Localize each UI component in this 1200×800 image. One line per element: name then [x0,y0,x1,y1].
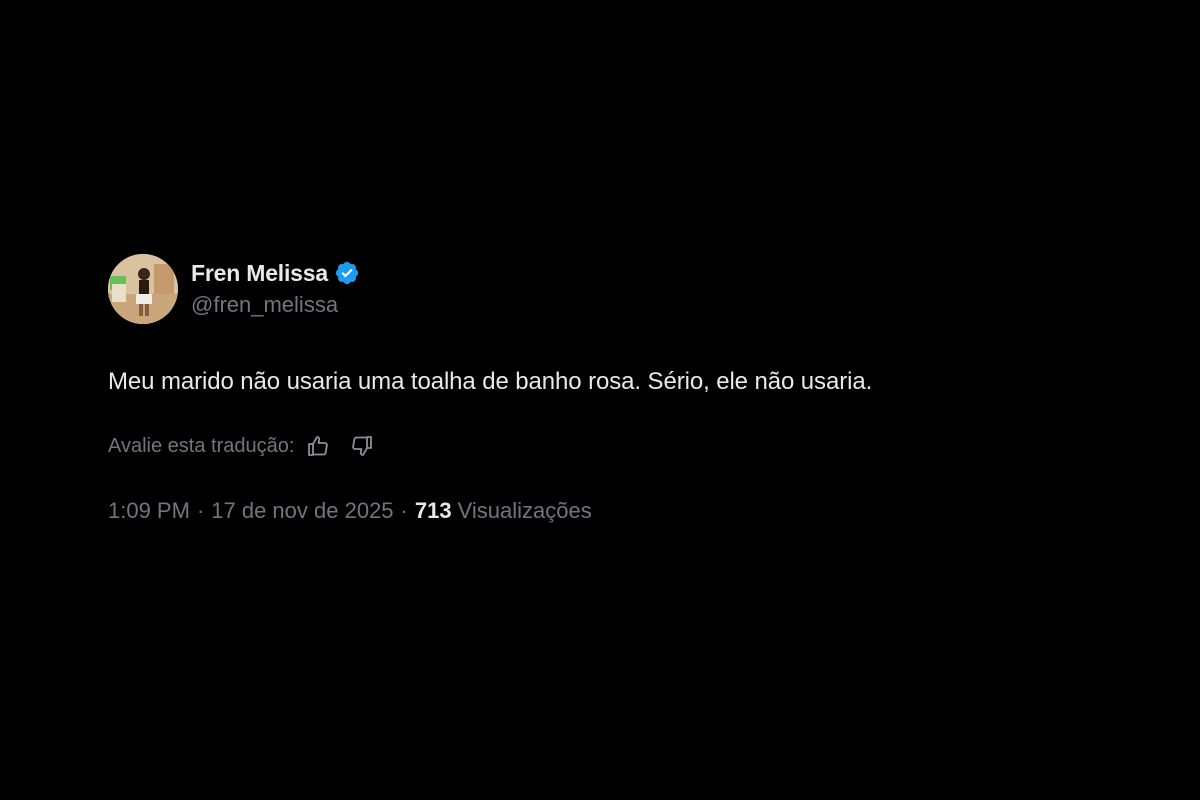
tweet-text: Meu marido não usaria uma toalha de banh… [108,368,873,395]
name-row: Fren Melissa [191,258,360,288]
translation-rating: Avalie esta tradução: [108,432,1108,460]
views-count[interactable]: 713 [415,498,452,524]
tweet-card: Fren Melissa @fren_melissa Meu marido nã… [108,254,1108,524]
avatar-image [108,254,178,324]
display-name[interactable]: Fren Melissa [191,260,328,287]
tweet-header: Fren Melissa @fren_melissa [108,254,1108,324]
meta-separator: · [400,498,408,523]
tweet-meta: 1:09 PM · 17 de nov de 2025 · 713 Visual… [108,498,1108,524]
verified-badge-icon [334,260,360,286]
views-label[interactable]: Visualizações [458,498,592,524]
user-names: Fren Melissa @fren_melissa [191,258,360,318]
tweet-date[interactable]: 17 de nov de 2025 [211,498,393,524]
thumbs-down-icon[interactable] [348,432,376,460]
user-handle[interactable]: @fren_melissa [191,292,360,318]
thumbs-up-icon[interactable] [304,432,332,460]
translation-rating-label: Avalie esta tradução: [108,434,295,457]
avatar[interactable] [108,254,178,324]
meta-separator: · [196,498,205,523]
page: { "tweet": { "display_name": "Fren Melis… [0,0,1200,800]
tweet-time[interactable]: 1:09 PM [108,498,190,524]
